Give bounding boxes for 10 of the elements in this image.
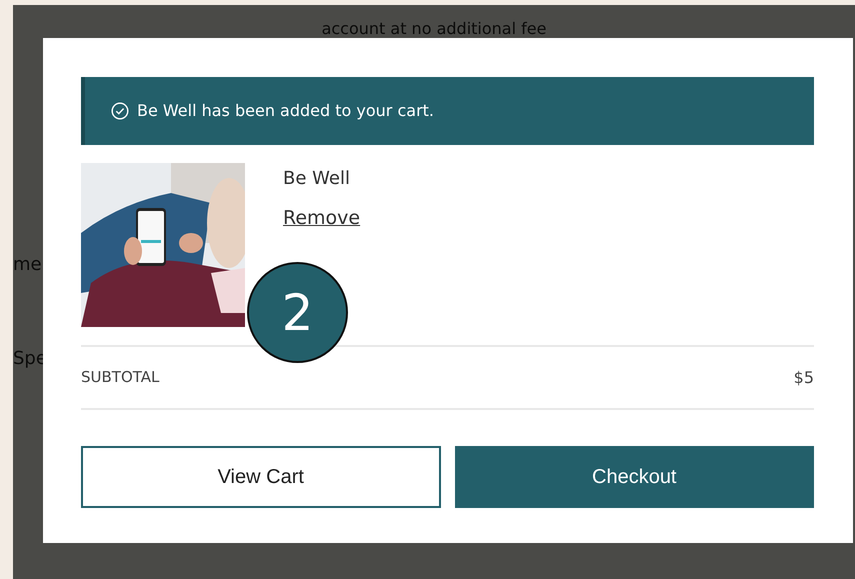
product-name: Be Well [283,167,350,191]
view-cart-button[interactable]: View Cart [81,446,440,508]
remove-link[interactable]: Remove [283,204,360,232]
subtotal-label: SUBTOTAL [81,367,160,388]
alert-message: Be Well has been added to your cart. [137,100,434,122]
checkout-button[interactable]: Checkout [454,446,814,508]
background-text: me [13,253,42,277]
check-circle-icon [111,102,129,120]
background-text: account at no additional fee [320,18,548,40]
subtotal-value: $5 [794,366,814,388]
